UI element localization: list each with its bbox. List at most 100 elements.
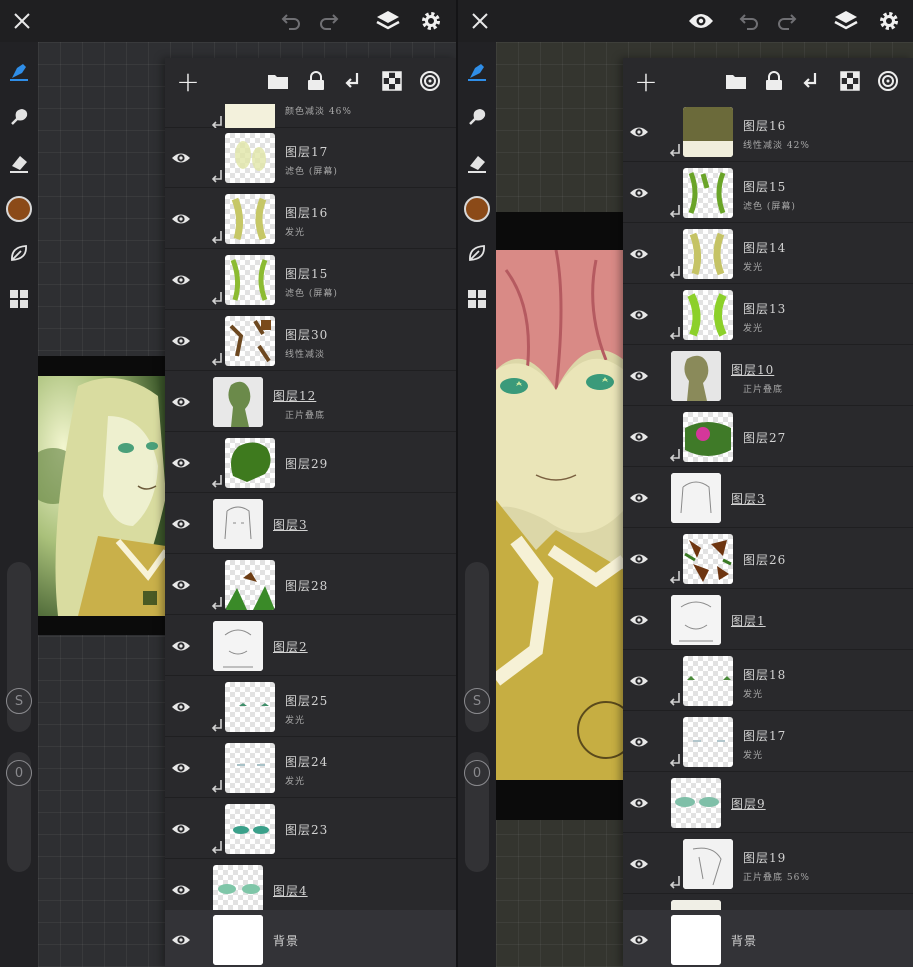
alpha-lock-checker-icon[interactable]: [377, 66, 407, 96]
visibility-eye-icon[interactable]: [629, 183, 649, 203]
layer-row[interactable]: 图层3: [623, 468, 913, 528]
brush-tool-icon[interactable]: [4, 56, 34, 86]
layer-thumbnail[interactable]: [683, 168, 733, 218]
clipping-mask-icon[interactable]: [339, 66, 369, 96]
folder-icon[interactable]: [263, 66, 293, 96]
layer-row[interactable]: 图层15 滤色 (屏幕): [165, 250, 456, 310]
layers-icon[interactable]: [371, 4, 405, 38]
brush-size-slider-knob[interactable]: S: [464, 688, 490, 714]
visibility-eye-icon[interactable]: [171, 148, 191, 168]
layer-thumbnail[interactable]: [683, 656, 733, 706]
layer-thumbnail[interactable]: [213, 915, 263, 965]
clipping-mask-icon[interactable]: [797, 66, 827, 96]
layer-row[interactable]: 图层23: [165, 799, 456, 859]
visibility-eye-icon[interactable]: [629, 793, 649, 813]
layer-thumbnail[interactable]: [225, 316, 275, 366]
layer-thumbnail[interactable]: [213, 865, 263, 915]
artwork-canvas[interactable]: [38, 376, 166, 616]
visibility-eye-icon[interactable]: [171, 575, 191, 595]
layer-row[interactable]: 图层27: [623, 407, 913, 467]
reference-target-icon[interactable]: [415, 66, 445, 96]
layer-thumbnail[interactable]: [683, 534, 733, 584]
layer-row[interactable]: 图层1: [623, 590, 913, 650]
layer-row[interactable]: 图层17 发光: [623, 712, 913, 772]
visibility-eye-icon[interactable]: [629, 244, 649, 264]
visibility-eye-icon[interactable]: [171, 758, 191, 778]
opacity-slider-knob[interactable]: 0: [6, 760, 32, 786]
layer-thumbnail[interactable]: [683, 839, 733, 889]
layer-thumbnail[interactable]: [683, 290, 733, 340]
layer-row[interactable]: 图层18 发光: [623, 651, 913, 711]
layer-row[interactable]: 图层29: [165, 433, 456, 493]
layer-row[interactable]: 图层19 正片叠底 56%: [623, 834, 913, 894]
layer-row[interactable]: 图层13 发光: [623, 285, 913, 345]
layer-row[interactable]: 图层17 滤色 (屏幕): [165, 128, 456, 188]
lock-icon[interactable]: [759, 66, 789, 96]
layer-thumbnail[interactable]: [225, 194, 275, 244]
layer-thumbnail[interactable]: [225, 255, 275, 305]
layer-thumbnail[interactable]: [225, 438, 275, 488]
layer-thumbnail[interactable]: [683, 717, 733, 767]
layer-thumbnail[interactable]: [213, 499, 263, 549]
smudge-tool-icon[interactable]: [4, 102, 34, 132]
lock-icon[interactable]: [301, 66, 331, 96]
layer-row[interactable]: 图层12 正片叠底: [165, 372, 456, 432]
visibility-eye-icon[interactable]: [629, 488, 649, 508]
visibility-eye-icon[interactable]: [171, 270, 191, 290]
layer-row[interactable]: 图层30 线性减淡: [165, 311, 456, 371]
reference-target-icon[interactable]: [873, 66, 903, 96]
layer-thumbnail[interactable]: [225, 560, 275, 610]
visibility-eye-icon[interactable]: [629, 549, 649, 569]
visibility-eye-icon[interactable]: [171, 819, 191, 839]
gallery-grid-icon[interactable]: [462, 284, 492, 314]
layer-row[interactable]: 图层9: [623, 773, 913, 833]
preview-eye-icon[interactable]: [684, 4, 718, 38]
layer-row[interactable]: 图层10 正片叠底: [623, 346, 913, 406]
color-swatch[interactable]: [6, 196, 32, 222]
layer-row[interactable]: 图层25 发光: [165, 677, 456, 737]
layer-thumbnail[interactable]: [671, 473, 721, 523]
brush-tool-icon[interactable]: [462, 56, 492, 86]
layer-row[interactable]: 图层16 线性减淡 42%: [623, 104, 913, 162]
visibility-eye-icon[interactable]: [171, 392, 191, 412]
layer-thumbnail[interactable]: [683, 229, 733, 279]
leaf-tool-icon[interactable]: [4, 238, 34, 268]
visibility-eye-icon[interactable]: [171, 514, 191, 534]
layer-row[interactable]: 图层28: [165, 555, 456, 615]
alpha-lock-checker-icon[interactable]: [835, 66, 865, 96]
eraser-tool-icon[interactable]: [4, 148, 34, 178]
layer-thumbnail[interactable]: [213, 377, 263, 427]
layer-thumbnail[interactable]: [671, 915, 721, 965]
close-icon[interactable]: [463, 4, 497, 38]
leaf-tool-icon[interactable]: [462, 238, 492, 268]
add-layer-icon[interactable]: +: [173, 65, 203, 98]
add-layer-icon[interactable]: +: [631, 65, 661, 98]
layer-thumbnail[interactable]: [671, 778, 721, 828]
color-swatch[interactable]: [464, 196, 490, 222]
visibility-eye-icon[interactable]: [629, 732, 649, 752]
visibility-eye-icon[interactable]: [171, 636, 191, 656]
brush-size-slider-knob[interactable]: S: [6, 688, 32, 714]
layers-icon[interactable]: [829, 4, 863, 38]
layer-row[interactable]: 图层3: [165, 494, 456, 554]
visibility-eye-icon[interactable]: [629, 930, 649, 950]
layer-row[interactable]: 图层15 滤色 (屏幕): [623, 163, 913, 223]
visibility-eye-icon[interactable]: [171, 453, 191, 473]
redo-icon[interactable]: [312, 4, 346, 38]
undo-icon[interactable]: [274, 4, 308, 38]
eraser-tool-icon[interactable]: [462, 148, 492, 178]
opacity-slider-knob[interactable]: 0: [464, 760, 490, 786]
layer-thumbnail[interactable]: [213, 621, 263, 671]
layer-thumbnail[interactable]: [683, 107, 733, 157]
layer-thumbnail[interactable]: [225, 804, 275, 854]
visibility-eye-icon[interactable]: [629, 671, 649, 691]
visibility-eye-icon[interactable]: [629, 610, 649, 630]
visibility-eye-icon[interactable]: [171, 930, 191, 950]
undo-icon[interactable]: [732, 4, 766, 38]
visibility-eye-icon[interactable]: [171, 331, 191, 351]
settings-gear-icon[interactable]: [872, 4, 906, 38]
layer-row[interactable]: 图层14 发光: [623, 224, 913, 284]
close-icon[interactable]: [5, 4, 39, 38]
layer-thumbnail[interactable]: [225, 133, 275, 183]
layer-row[interactable]: 背景: [623, 910, 913, 967]
